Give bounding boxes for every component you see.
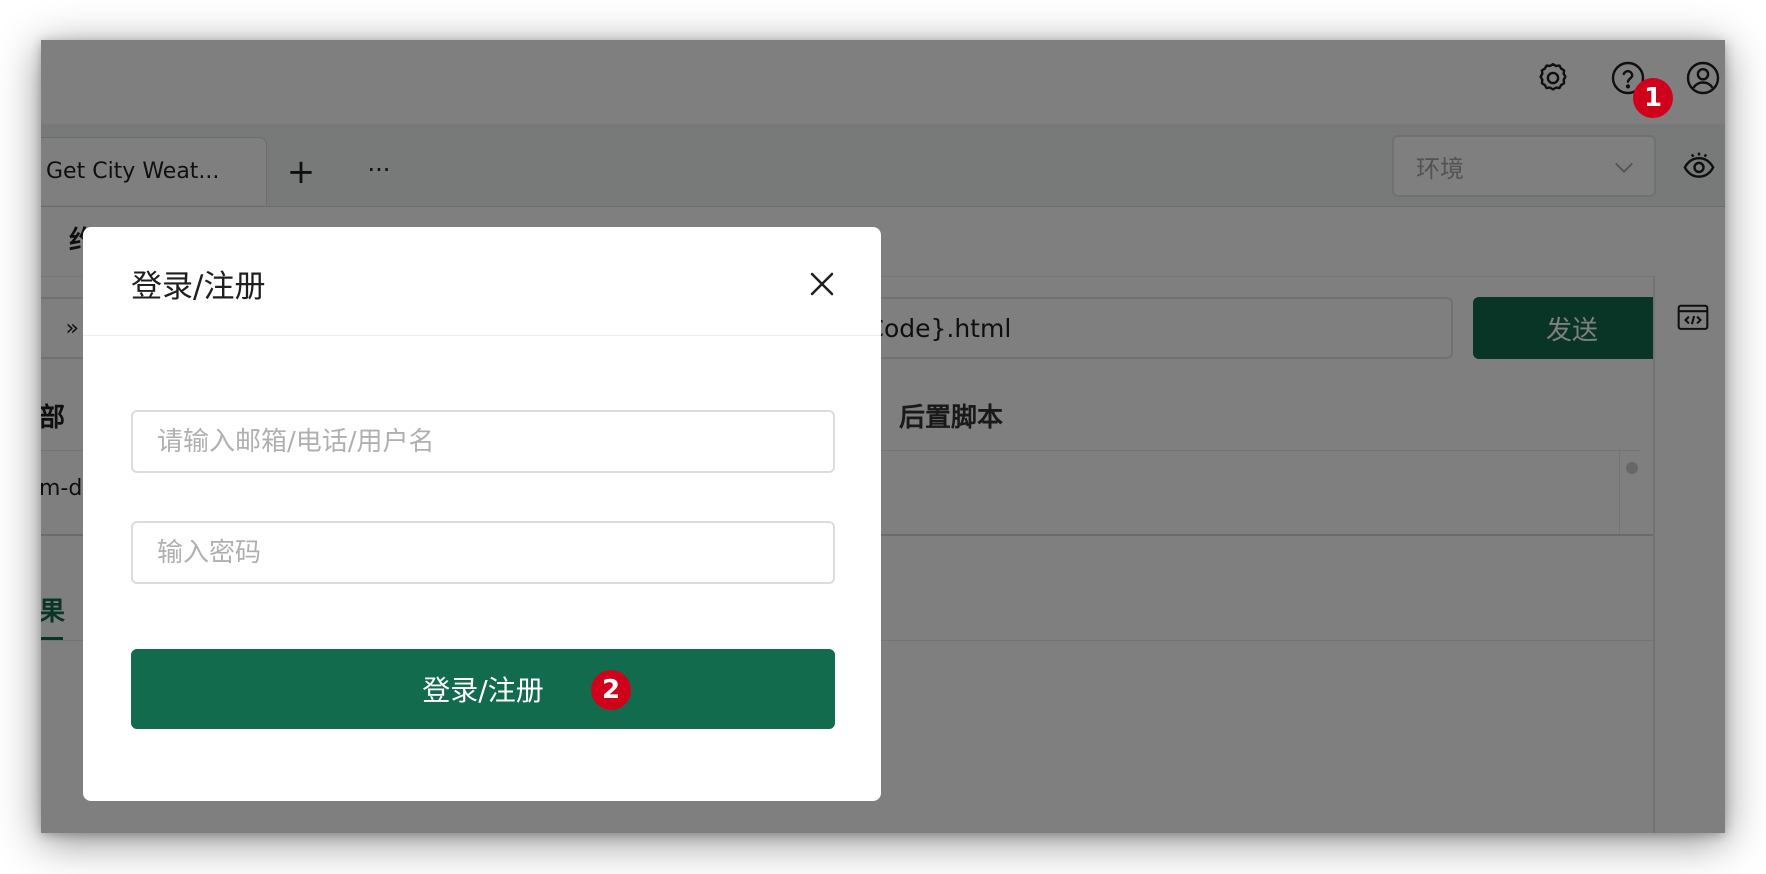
- login-dialog: 登录/注册 登录/注册 2: [83, 227, 881, 801]
- password-input[interactable]: [131, 521, 835, 584]
- login-register-button[interactable]: 登录/注册: [131, 649, 835, 729]
- step-badge-1: 1: [1633, 78, 1673, 118]
- step-badge-2: 2: [591, 670, 631, 710]
- dialog-title: 登录/注册: [131, 269, 266, 305]
- account-input[interactable]: [131, 410, 835, 473]
- login-register-label: 登录/注册: [422, 674, 544, 707]
- divider: [83, 335, 881, 336]
- app-window: Get City Weat... + ··· 环境 约 » p/{cityCod…: [41, 40, 1725, 833]
- close-icon[interactable]: [803, 265, 841, 303]
